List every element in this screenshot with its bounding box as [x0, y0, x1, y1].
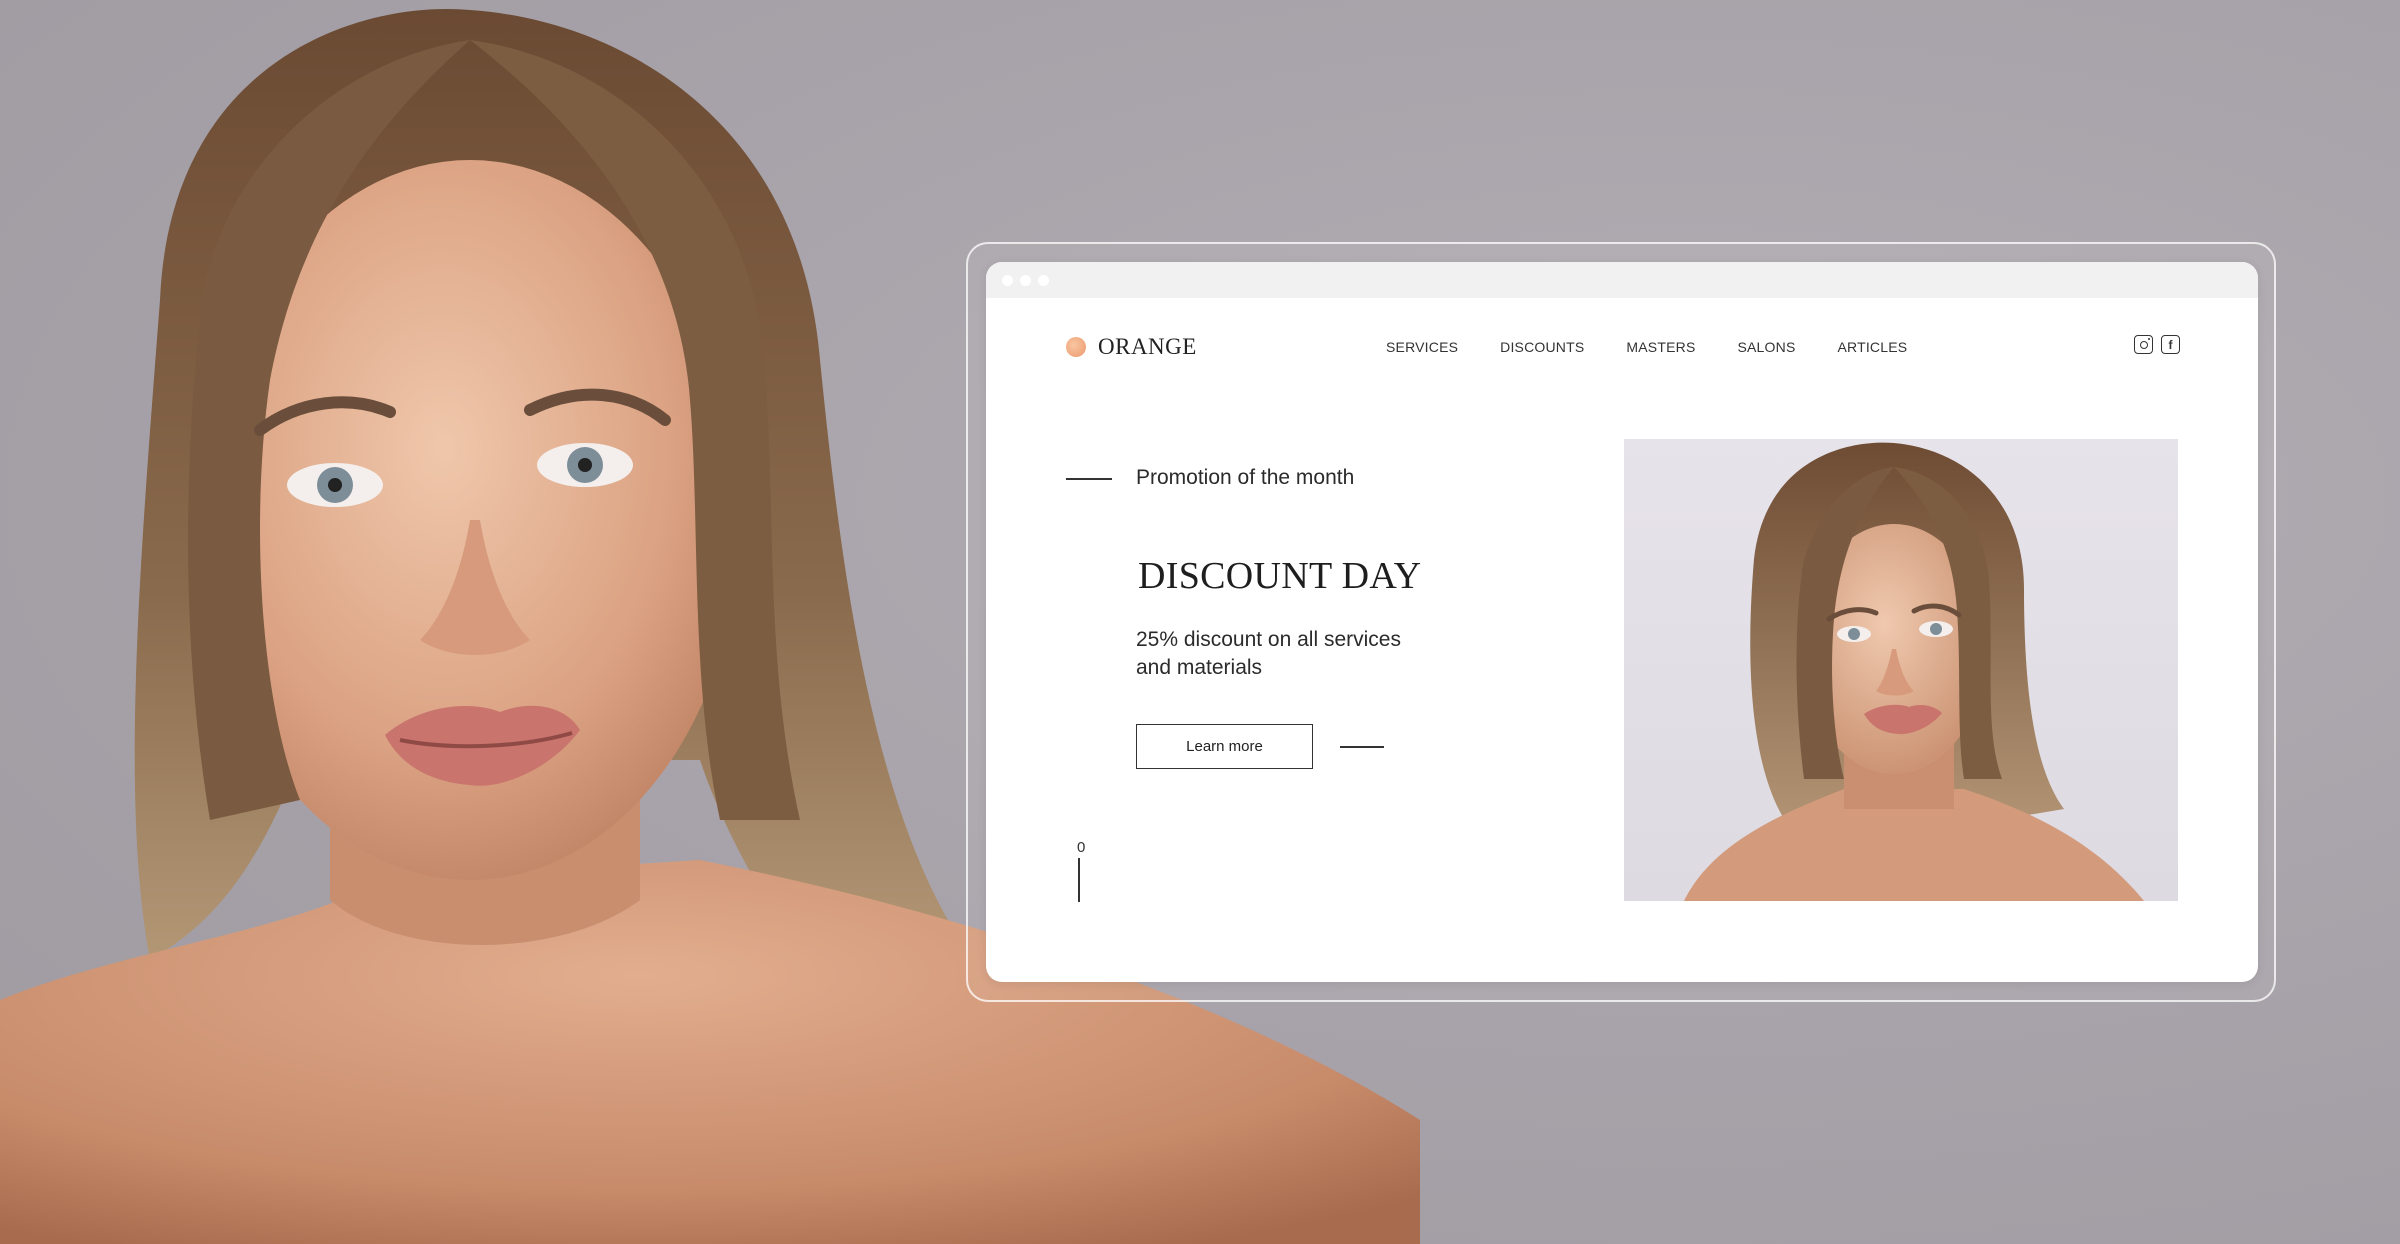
main-nav: SERVICES DISCOUNTS MASTERS SALONS ARTICL… — [1386, 339, 1949, 355]
browser-window: ORANGE SERVICES DISCOUNTS MASTERS SALONS… — [986, 262, 2258, 982]
slide-indicator[interactable] — [1078, 858, 1080, 902]
hero-description: 25% discount on all services and materia… — [1136, 628, 1401, 679]
hero-image — [1624, 439, 2178, 901]
window-dot-maximize[interactable] — [1038, 275, 1049, 286]
brand-name: ORANGE — [1098, 334, 1197, 359]
hero-title: DISCOUNT DAY — [1138, 555, 1422, 597]
nav-item-masters[interactable]: MASTERS — [1626, 339, 1695, 355]
eyebrow-divider — [1066, 478, 1112, 480]
social-links: f — [2134, 335, 2180, 354]
cta-dash — [1340, 746, 1384, 748]
logo[interactable]: ORANGE — [1066, 334, 1197, 360]
window-dot-close[interactable] — [1002, 275, 1013, 286]
nav-item-salons[interactable]: SALONS — [1737, 339, 1795, 355]
hero-portrait-image — [1684, 442, 2144, 901]
instagram-icon[interactable] — [2134, 335, 2153, 354]
facebook-icon[interactable]: f — [2161, 335, 2180, 354]
slide-number: 0 — [1077, 839, 1086, 856]
nav-item-discounts[interactable]: DISCOUNTS — [1500, 339, 1584, 355]
learn-more-button[interactable]: Learn more — [1136, 724, 1313, 769]
nav-item-services[interactable]: SERVICES — [1386, 339, 1458, 355]
window-dot-minimize[interactable] — [1020, 275, 1031, 286]
orange-logo-icon — [1066, 337, 1086, 357]
website-content: ORANGE SERVICES DISCOUNTS MASTERS SALONS… — [986, 298, 2258, 982]
instagram-lens — [2139, 340, 2148, 349]
nav-item-articles[interactable]: ARTICLES — [1837, 339, 1907, 355]
instagram-dot — [2148, 338, 2150, 340]
browser-titlebar — [986, 262, 2258, 298]
promo-eyebrow: Promotion of the month — [1136, 466, 1355, 489]
